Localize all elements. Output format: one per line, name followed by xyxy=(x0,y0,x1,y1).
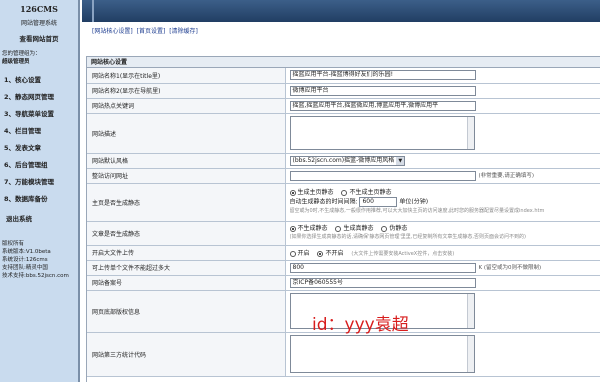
tab-clear-cache[interactable]: [清除缓存] xyxy=(169,28,198,35)
row-site-url: 整站访问网址 (非常重要,请正确填写) xyxy=(87,168,600,184)
article-static-on-label: 生成真静态 xyxy=(343,225,374,232)
info-design: 系统设计:126cms xyxy=(2,257,48,263)
stats-code-textarea[interactable] xyxy=(289,335,475,373)
label-keywords: 网站热点关键词 xyxy=(87,98,286,114)
article-static-on-option[interactable]: 生成真静态 xyxy=(335,225,373,232)
article-static-off-option[interactable]: 不生成静态 xyxy=(289,225,328,232)
row-article-static: 文章是否生成静态 不生成静态 生成真静态 伪静态 (如果你选择生成真静态的话,请… xyxy=(87,221,600,246)
bigfile-off-label: 不开启 xyxy=(325,250,344,257)
upload-limit-input[interactable]: 800 xyxy=(289,262,476,273)
info-version: 系统版本:V1.0beta xyxy=(2,249,51,255)
banner-divider xyxy=(92,0,94,22)
bigfile-note: (大文件上传需要安装ActiveX控件，点击安装) xyxy=(351,251,455,257)
upload-limit-hint: K (留空或为0则不做限制) xyxy=(478,265,542,271)
row-keywords: 网站热点关键词 摇篮,摇篮应用平台,摇篮微应用,博篮应用平,微博应用平 xyxy=(87,98,600,114)
sidebar-item-db-backup[interactable]: 8、数据库备份 xyxy=(0,191,78,208)
info-tech: 技术支持:bbs.52jscn.com xyxy=(2,273,69,279)
home-static-on-label: 生成主页静态 xyxy=(297,189,334,196)
bigfile-on-option[interactable]: 开启 xyxy=(289,250,310,257)
app-subtitle: 网站管理系统 xyxy=(20,20,57,27)
sidebar-item-admin-groups[interactable]: 6、后台管理组 xyxy=(0,157,78,174)
home-static-on-option[interactable]: 生成主页静态 xyxy=(289,189,334,196)
row-upload-limit: 可上传单个文件不能超过多大 800 K (留空或为0则不做限制) xyxy=(87,260,600,276)
home-static-off-radio[interactable] xyxy=(341,189,348,196)
label-article-static: 文章是否生成静态 xyxy=(87,221,286,246)
bigfile-off-radio[interactable] xyxy=(317,250,324,257)
default-style-value: (bbs.52jscn.com)摇篮-微博应用风格 xyxy=(292,156,395,164)
footer-copyright-scrollbar[interactable] xyxy=(466,294,474,328)
article-static-note: (如果你选择生成真静态的话,请确保'静态网页管理'里里,已经复制所有文章生成静态… xyxy=(289,234,526,240)
row-description: 网站描述 xyxy=(87,113,600,154)
site-url-input[interactable] xyxy=(289,170,476,181)
label-site-name-title: 网站名称1(显示在title里) xyxy=(87,68,286,84)
article-static-off-label: 不生成静态 xyxy=(297,225,328,232)
settings-tabs: [网站核心设置] [首页设置] [清除缓存] xyxy=(92,26,200,35)
row-default-style: 网站默认风格 (bbs.52jscn.com)摇篮-微博应用风格 ▼ xyxy=(87,153,600,169)
top-banner xyxy=(82,0,600,22)
description-scrollbar[interactable] xyxy=(466,117,474,149)
system-info: 版权所有 系统版本:V1.0beta 系统设计:126cms 支持团队:精灵中国… xyxy=(0,240,78,280)
user-group-info: 您的管理组为： 超级管理员 xyxy=(0,50,78,66)
sidebar-menu: 1、核心设置 2、静态网页管理 3、导航菜单设置 4、栏目管理 5、发表文章 6… xyxy=(0,72,78,208)
sidebar-item-columns[interactable]: 4、栏目管理 xyxy=(0,123,78,140)
sidebar-item-nav-menu[interactable]: 3、导航菜单设置 xyxy=(0,106,78,123)
site-url-hint: (非常重要,请正确填写) xyxy=(478,173,535,179)
info-copyright: 版权所有 xyxy=(2,241,25,247)
app-title: 126CMS xyxy=(20,4,58,14)
row-home-static: 主页是否生成静态 生成主页静态 不生成主页静态 自动生成静态的时间间隔: 600… xyxy=(87,183,600,222)
row-site-name-nav: 网站名称2(显示在导航里) 微博应用平台 xyxy=(87,83,600,99)
user-group-label: 您的管理组为： xyxy=(2,51,41,57)
description-textarea[interactable] xyxy=(289,116,475,150)
interval-label: 自动生成静态的时间间隔: xyxy=(289,198,358,206)
default-style-select[interactable]: (bbs.52jscn.com)摇篮-微博应用风格 ▼ xyxy=(289,155,406,166)
article-static-fake-label: 伪静态 xyxy=(389,225,408,232)
keywords-input[interactable]: 摇篮,摇篮应用平台,摇篮微应用,博篮应用平,微博应用平 xyxy=(289,100,476,111)
stats-code-scrollbar[interactable] xyxy=(466,336,474,372)
label-description: 网站描述 xyxy=(87,113,286,154)
sidebar: 126CMS 网站管理系统 查看网站首页 您的管理组为： 超级管理员 1、核心设… xyxy=(0,0,80,382)
sidebar-item-static-pages[interactable]: 2、静态网页管理 xyxy=(0,89,78,106)
user-group-role: 超级管理员 xyxy=(2,59,30,65)
row-icp: 网站备案号 京ICP备060555号 xyxy=(87,275,600,291)
article-static-fake-radio[interactable] xyxy=(381,225,388,232)
article-static-fake-option[interactable]: 伪静态 xyxy=(381,225,407,232)
bigfile-on-label: 开启 xyxy=(297,250,310,257)
watermark-text: id：yyy袁超 xyxy=(312,315,409,335)
home-static-off-option[interactable]: 不生成主页静态 xyxy=(341,189,391,196)
label-footer-copyright: 网页底部版权信息 xyxy=(87,290,286,333)
icp-input[interactable]: 京ICP备060555号 xyxy=(289,277,476,288)
interval-unit: 单位(分钟) xyxy=(399,198,429,206)
article-static-on-radio[interactable] xyxy=(335,225,342,232)
label-bigfile-upload: 开启大文件上传 xyxy=(87,245,286,261)
row-site-name-title: 网站名称1(显示在title里) 摇篮应用平台-摇篮博得好友们的乐园! xyxy=(87,68,600,84)
view-home-link[interactable]: 查看网站首页 xyxy=(0,32,78,46)
info-support: 支持团队:精灵中国 xyxy=(2,265,48,271)
bigfile-on-radio[interactable] xyxy=(289,250,296,257)
chevron-down-icon: ▼ xyxy=(396,156,405,165)
home-static-on-radio[interactable] xyxy=(289,189,296,196)
label-site-url: 整站访问网址 xyxy=(87,168,286,184)
tab-core-settings[interactable]: [网站核心设置] xyxy=(92,28,133,35)
label-upload-limit: 可上传单个文件不能超过多大 xyxy=(87,260,286,276)
home-static-note: 留空或为0时,不生成静态,一般很作用推荐,可以大大加快主页的访问速度,此时您的服… xyxy=(289,208,545,214)
sidebar-item-core-settings[interactable]: 1、核心设置 xyxy=(0,72,78,89)
sidebar-item-publish-article[interactable]: 5、发表文章 xyxy=(0,140,78,157)
row-stats-code: 网站第三方统计代码 xyxy=(87,332,600,377)
logout-link[interactable]: 退出系统 xyxy=(0,210,78,228)
site-name-title-input[interactable]: 摇篮应用平台-摇篮博得好友们的乐园! xyxy=(289,70,476,81)
home-static-off-label: 不生成主页静态 xyxy=(349,189,392,196)
row-bigfile-upload: 开启大文件上传 开启 不开启 (大文件上传需要安装ActiveX控件，点击安装) xyxy=(87,245,600,261)
tab-home-settings[interactable]: [首页设置] xyxy=(137,28,166,35)
interval-input[interactable]: 600 xyxy=(359,197,398,207)
label-default-style: 网站默认风格 xyxy=(87,153,286,169)
label-site-name-nav: 网站名称2(显示在导航里) xyxy=(87,83,286,99)
sidebar-item-modules[interactable]: 7、万能模块管理 xyxy=(0,174,78,191)
bigfile-off-option[interactable]: 不开启 xyxy=(317,250,343,257)
label-home-static: 主页是否生成静态 xyxy=(87,183,286,222)
label-stats-code: 网站第三方统计代码 xyxy=(87,332,286,377)
panel-title: 网站核心设置 xyxy=(87,57,600,68)
article-static-off-radio[interactable] xyxy=(289,225,296,232)
site-name-nav-input[interactable]: 微博应用平台 xyxy=(289,85,476,96)
label-icp: 网站备案号 xyxy=(87,275,286,291)
